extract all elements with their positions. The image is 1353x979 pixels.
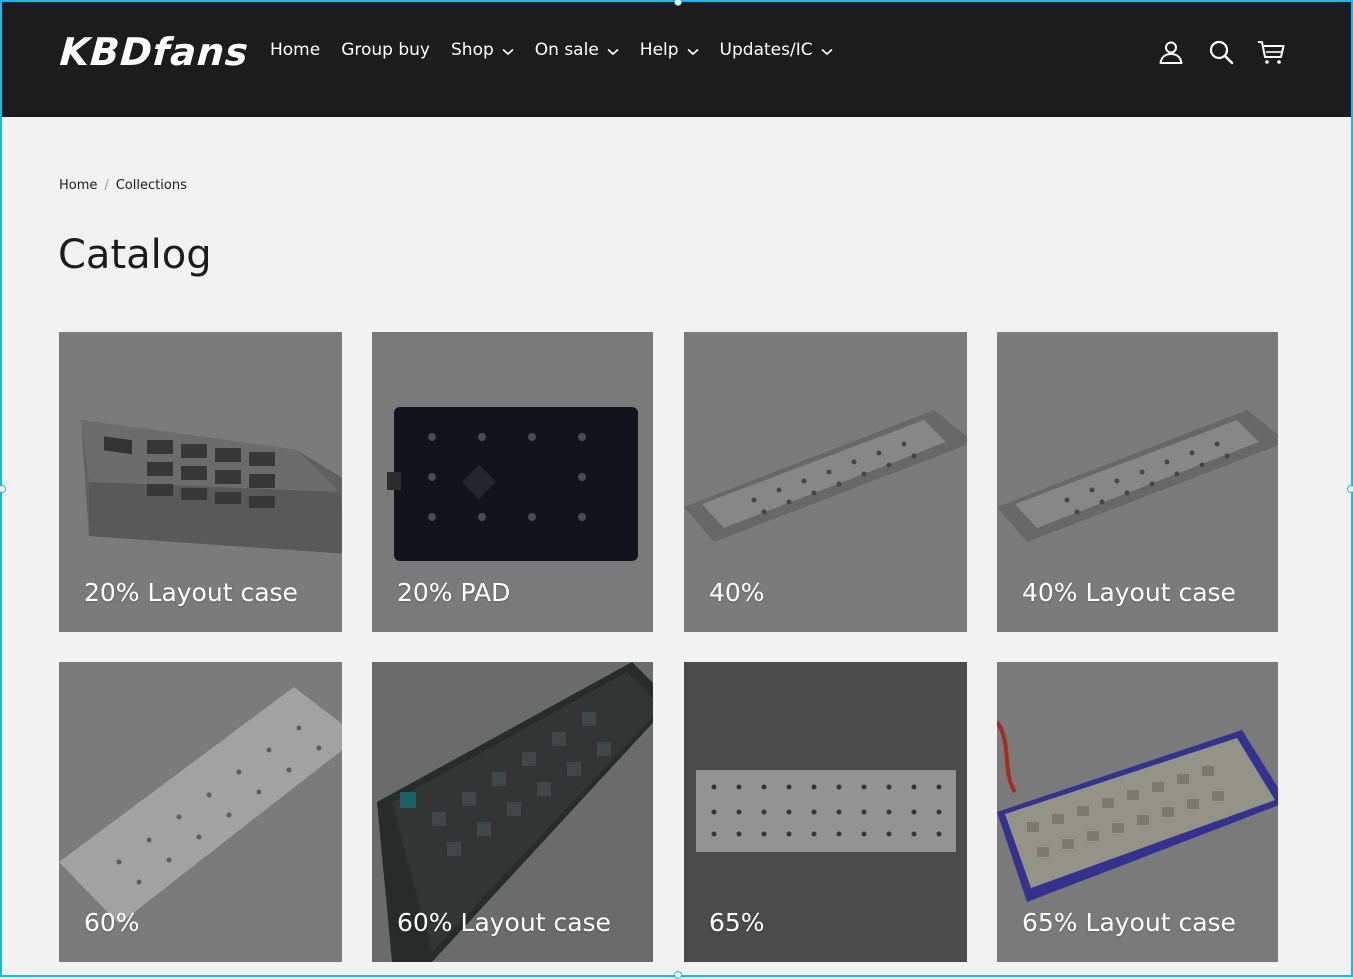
collection-tile-60-layout-case[interactable]: 60% Layout case xyxy=(372,662,653,962)
nav-item-label: Home xyxy=(270,40,321,60)
search-icon[interactable] xyxy=(1207,38,1235,66)
collection-tile-label: 65% xyxy=(709,908,765,937)
header-actions xyxy=(1157,38,1285,66)
collection-tile-20-pad[interactable]: 20% PAD xyxy=(372,332,653,632)
chevron-down-icon xyxy=(502,48,514,55)
nav-item-help[interactable]: Help xyxy=(640,40,699,60)
collection-tile-label: 40% Layout case xyxy=(1022,578,1236,607)
nav-item-group-buy[interactable]: Group buy xyxy=(341,40,430,60)
logo[interactable]: KBDfans xyxy=(58,30,250,74)
collection-tile-label: 40% xyxy=(709,578,765,607)
nav-item-on-sale[interactable]: On sale xyxy=(535,40,619,60)
collection-tile-label: 60% Layout case xyxy=(397,908,611,937)
nav-item-updates-ic[interactable]: Updates/IC xyxy=(720,40,833,60)
nav-item-label: On sale xyxy=(534,40,599,60)
breadcrumb: Home / Collections xyxy=(59,178,187,193)
site-header: KBDfans Home Group buy Shop On sale Help… xyxy=(2,2,1351,117)
nav-item-label: Shop xyxy=(451,40,494,60)
breadcrumb-current: Collections xyxy=(115,178,187,193)
collection-tile-label: 65% Layout case xyxy=(1022,908,1236,937)
nav-item-label: Updates/IC xyxy=(719,40,813,60)
breadcrumb-separator: / xyxy=(104,178,109,193)
resize-handle[interactable] xyxy=(674,971,682,979)
collection-tile-65-layout-case[interactable]: 65% Layout case xyxy=(997,662,1278,962)
chevron-down-icon xyxy=(687,48,699,55)
resize-handle[interactable] xyxy=(0,485,6,493)
main-nav: Home Group buy Shop On sale Help Updates… xyxy=(270,40,854,60)
collection-tile-label: 60% xyxy=(84,908,140,937)
breadcrumb-home-link[interactable]: Home xyxy=(59,178,97,193)
nav-item-label: Help xyxy=(639,40,679,60)
chevron-down-icon xyxy=(607,48,619,55)
nav-item-shop[interactable]: Shop xyxy=(451,40,514,60)
collection-tile-label: 20% Layout case xyxy=(84,578,298,607)
collection-tile-60[interactable]: 60% xyxy=(59,662,342,962)
cart-icon[interactable] xyxy=(1257,38,1285,66)
collection-tile-40[interactable]: 40% xyxy=(684,332,967,632)
resize-handle[interactable] xyxy=(1347,485,1353,493)
nav-item-home[interactable]: Home xyxy=(270,40,320,60)
collection-tile-20-layout-case[interactable]: 20% Layout case xyxy=(59,332,342,632)
nav-item-label: Group buy xyxy=(341,40,430,60)
account-icon[interactable] xyxy=(1157,38,1185,66)
collection-tile-40-layout-case[interactable]: 40% Layout case xyxy=(997,332,1278,632)
collection-tile-65[interactable]: 65% xyxy=(684,662,967,962)
page-title: Catalog xyxy=(58,232,212,278)
collection-tile-label: 20% PAD xyxy=(397,578,511,607)
collection-grid: 20% Layout case 20% PAD 40% 40% Layout c… xyxy=(59,332,1279,962)
chevron-down-icon xyxy=(821,48,833,55)
